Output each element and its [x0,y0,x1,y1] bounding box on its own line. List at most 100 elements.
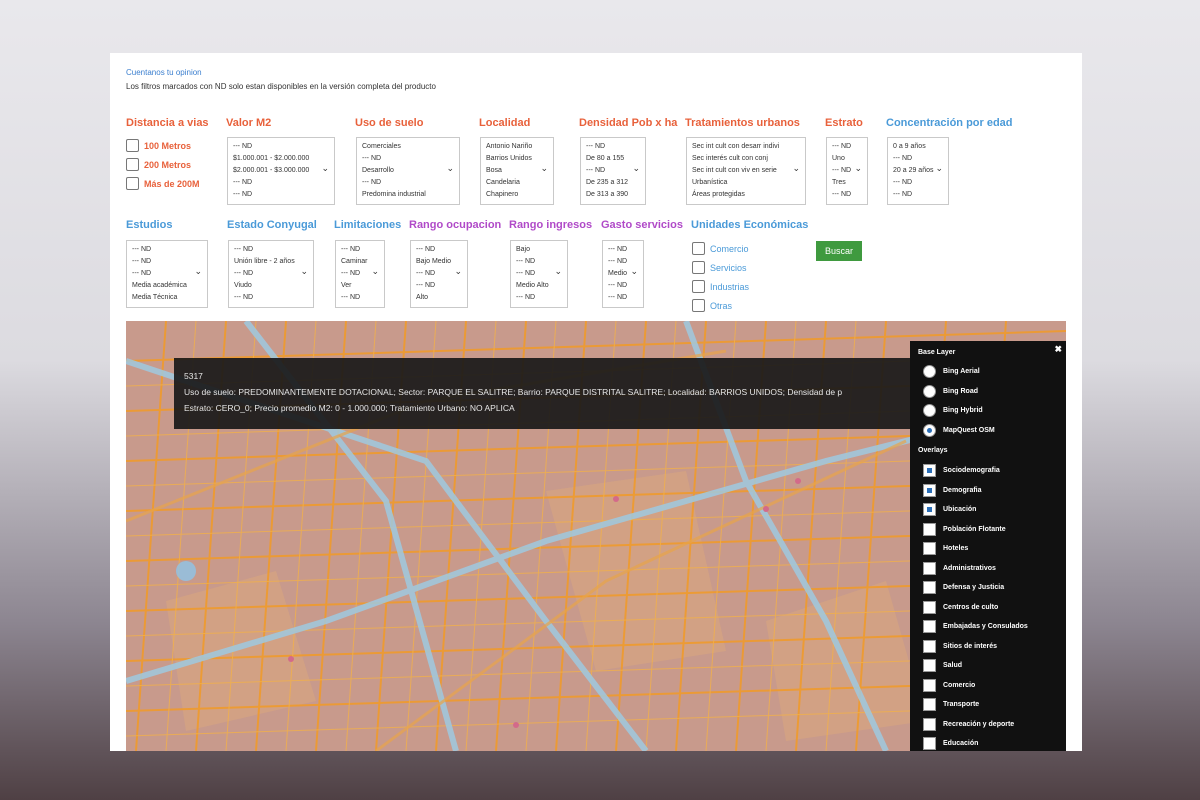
overlay-option[interactable]: Sitios de interés [923,639,998,653]
overlay-option[interactable]: Ubicación [923,503,976,516]
checkbox[interactable] [923,639,936,653]
estrato-listbox[interactable]: --- NDUno--- NDTres--- ND [826,137,868,205]
checkbox[interactable] [923,464,936,477]
base-layer-label: Bing Hybrid [943,407,983,414]
overlay-option[interactable]: Sociodemografia [923,464,1000,477]
overlay-label: Recreación y deporte [943,720,1015,728]
radio-button[interactable] [923,423,936,437]
checkbox[interactable] [692,299,705,312]
valor-m2-listbox[interactable]: --- ND $1.000.001 - $2.000.000 $2.000.001 … [227,137,335,205]
ingresos-listbox[interactable]: Bajo--- ND--- NDMedio Alto--- ND [510,240,568,308]
overlay-label: Administrativos [943,564,996,572]
localidad-listbox[interactable]: Antonio NariñoBarrios UnidosBosaCandelar… [480,137,554,205]
overlay-option[interactable]: Centros de culto [923,600,998,614]
checkbox[interactable] [923,620,936,633]
filters-notice: Los filtros marcados con ND solo estan d… [126,82,436,91]
overlay-option[interactable]: Salud [923,659,962,672]
densidad-label: Densidad Pob x ha [579,117,678,129]
unidades-option-servicios[interactable]: Servicios [692,261,747,274]
overlay-option[interactable]: Embajadas y Consulados [923,620,1028,633]
checkbox[interactable] [692,261,705,274]
conyugal-listbox[interactable]: --- NDUnión libre - 2 años--- NDViudo---… [228,240,314,308]
distancia-option-mas[interactable]: Más de 200M [126,177,200,190]
overlay-label: Sitios de interés [943,642,998,650]
overlay-label: Salud [943,662,963,669]
base-layer-option[interactable]: Bing Aerial [923,365,980,378]
overlay-option[interactable]: Demografia [923,483,982,497]
base-layer-option[interactable]: Bing Hybrid [923,404,983,417]
overlay-option[interactable]: Transporte [923,698,979,711]
overlay-label: Sociodemografia [943,467,1000,474]
checkbox[interactable] [923,698,936,711]
checkbox[interactable] [923,522,936,536]
overlay-option[interactable]: Hoteles [923,542,968,555]
radio-button[interactable] [923,365,936,378]
limitaciones-listbox[interactable]: --- NDCaminar--- NDVer--- ND [335,240,385,308]
ocupacion-label: Rango ocupacion [409,219,502,231]
conyugal-label: Estado Conyugal [227,219,317,231]
overlay-label: Población Flotante [943,525,1006,533]
unidades-option-industrias[interactable]: Industrias [692,280,749,293]
checkbox[interactable] [923,542,936,555]
unidades-option-comercio[interactable]: Comercio [692,242,749,255]
checkbox[interactable] [923,737,936,750]
uso-suelo-label: Uso de suelo [355,117,424,129]
estudios-listbox[interactable]: --- ND--- ND--- NDMedia académicaMedia T… [126,240,208,308]
checkbox[interactable] [923,717,936,731]
base-layer-title: Base Layer [918,349,956,356]
distancia-label: Distancia a vias [126,117,209,129]
tooltip-line1: Uso de suelo: PREDOMINANTEMENTE DOTACION… [184,387,843,397]
overlay-option[interactable]: Administrativos [923,561,996,575]
tooltip-line2: Estrato: CERO_0; Precio promedio M2: 0 -… [184,403,515,413]
edad-listbox[interactable]: 0 a 9 años--- ND20 a 29 años--- ND--- ND [887,137,949,205]
tratamientos-label: Tratamientos urbanos [685,117,800,129]
checkbox[interactable] [923,678,936,692]
distancia-option-100[interactable]: 100 Metros [126,139,191,152]
estrato-label: Estrato [825,117,863,129]
overlay-label: Hoteles [943,545,969,552]
edad-label: Concentración por edad [886,117,1013,129]
checkbox[interactable] [126,158,139,171]
checkbox[interactable] [923,600,936,614]
tooltip-id: 5317 [184,371,203,381]
overlay-option[interactable]: Educación [923,737,978,750]
ingresos-label: Rango ingresos [509,219,593,231]
checkbox[interactable] [692,242,705,255]
checkbox[interactable] [126,177,139,190]
overlay-option[interactable]: Defensa y Justicia [923,581,1004,594]
densidad-listbox[interactable]: --- NDDe 80 a 155--- NDDe 235 a 312De 31… [580,137,646,205]
uso-suelo-listbox[interactable]: Comerciales--- NDDesarrollo--- NDPredomi… [356,137,460,205]
overlay-option[interactable]: Población Flotante [923,522,1006,536]
feature-tooltip: 5317 Uso de suelo: PREDOMINANTEMENTE DOT… [174,358,934,429]
checkbox[interactable] [923,581,936,594]
unidades-option-otras[interactable]: Otras [692,299,732,312]
close-icon[interactable]: ✖ [1054,344,1062,355]
checkbox[interactable] [923,503,936,516]
checkbox[interactable] [923,659,936,672]
app-panel: Cuentanos tu opinion Los filtros marcado… [110,53,1082,751]
checkbox[interactable] [923,561,936,575]
limitaciones-label: Limitaciones [334,219,402,231]
checkbox[interactable] [923,483,936,497]
map-view[interactable]: 5317 Uso de suelo: PREDOMINANTEMENTE DOT… [126,321,1066,751]
ocupacion-listbox[interactable]: --- NDBajo Medio--- ND--- NDAlto [410,240,468,308]
tratamientos-listbox[interactable]: Sec int cult con desarr indivi Sec interé… [686,137,806,205]
overlays-title: Overlays [918,447,948,454]
overlay-label: Comercio [943,681,976,689]
checkbox[interactable] [126,139,139,152]
overlay-label: Embajadas y Consulados [943,623,1028,630]
radio-button[interactable] [923,404,936,417]
overlay-label: Defensa y Justicia [943,584,1005,591]
feedback-link[interactable]: Cuentanos tu opinion [126,68,202,77]
checkbox[interactable] [692,280,705,293]
radio-button[interactable] [923,384,936,398]
overlay-option[interactable]: Comercio [923,678,976,692]
base-layer-option[interactable]: MapQuest OSM [923,423,995,437]
search-button[interactable]: Buscar [816,241,862,261]
overlay-label: Demografia [943,486,982,494]
overlay-label: Educación [943,740,979,747]
overlay-option[interactable]: Recreación y deporte [923,717,1015,731]
gasto-listbox[interactable]: --- ND--- NDMedio--- ND--- ND [602,240,644,308]
base-layer-option[interactable]: Bing Road [923,384,978,398]
distancia-option-200[interactable]: 200 Metros [126,158,191,171]
